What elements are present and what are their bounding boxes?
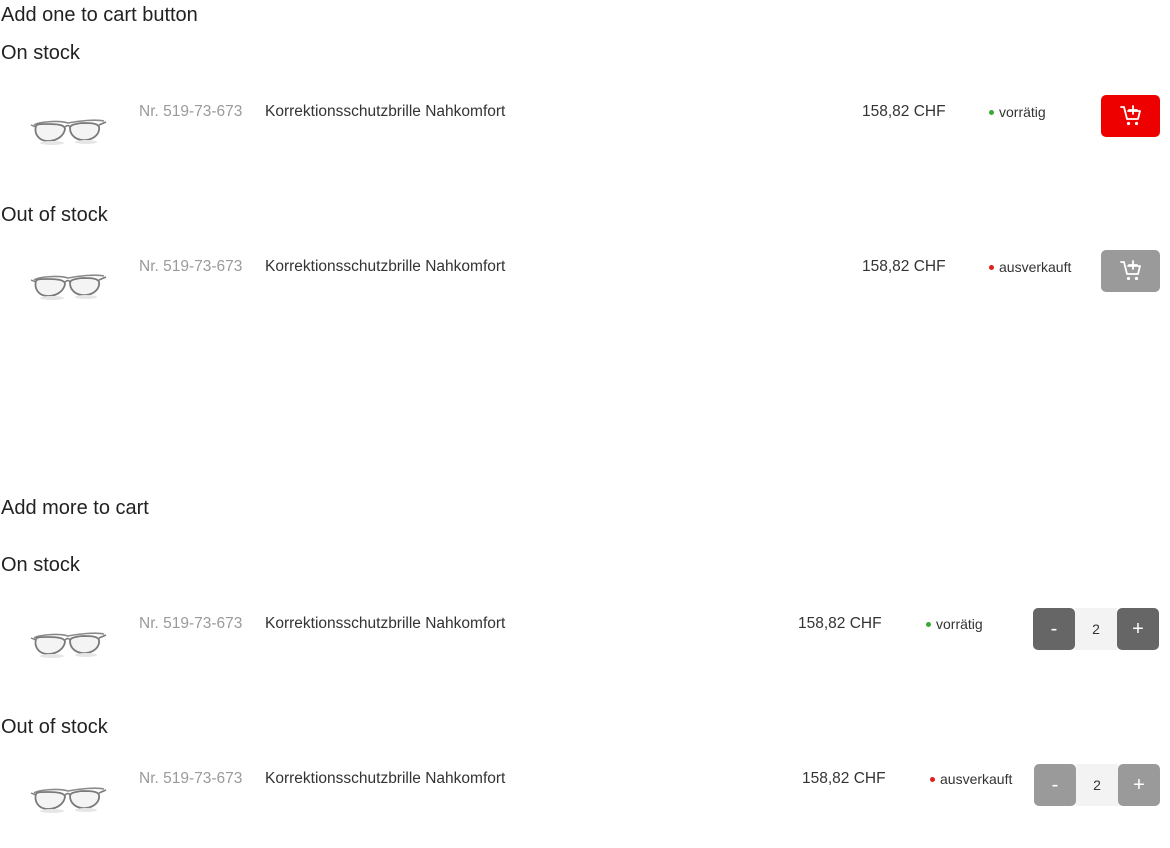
- on-stock-heading: On stock: [1, 42, 80, 64]
- product-name[interactable]: Korrektionsschutzbrille Nahkomfort: [265, 614, 505, 634]
- on-stock-heading: On stock: [1, 554, 80, 576]
- safety-glasses-image: [28, 103, 108, 153]
- product-price: 158,82 CHF: [862, 103, 946, 120]
- increase-quantity-button[interactable]: +: [1118, 764, 1160, 806]
- product-price: 158,82 CHF: [798, 615, 882, 632]
- stock-label: ausverkauft: [999, 259, 1072, 275]
- stock-status: vorrätig: [926, 614, 983, 634]
- product-row: Nr. 519-73-673 Korrektionsschutzbrille N…: [0, 90, 1170, 180]
- quantity-input[interactable]: [1076, 764, 1118, 806]
- out-of-stock-heading: Out of stock: [1, 204, 108, 226]
- stock-status: vorrätig: [989, 102, 1046, 122]
- stock-dot-icon: [930, 776, 935, 782]
- add-to-cart-button-disabled[interactable]: [1101, 250, 1160, 292]
- safety-glasses-image: [28, 771, 108, 821]
- section-title-add-one: Add one to cart button: [1, 4, 198, 26]
- section-title-add-more: Add more to cart: [1, 497, 149, 519]
- product-price: 158,82 CHF: [802, 770, 886, 787]
- add-to-cart-icon: [1119, 104, 1143, 128]
- safety-glasses-image: [28, 616, 108, 666]
- article-number: Nr. 519-73-673: [139, 615, 243, 632]
- product-name[interactable]: Korrektionsschutzbrille Nahkomfort: [265, 769, 505, 789]
- product-row: Nr. 519-73-673 Korrektionsschutzbrille N…: [0, 758, 1170, 848]
- add-to-cart-button[interactable]: [1101, 95, 1160, 137]
- stock-label: vorrätig: [999, 104, 1046, 120]
- stock-dot-icon: [989, 109, 994, 115]
- increase-quantity-button[interactable]: +: [1117, 608, 1159, 650]
- product-name[interactable]: Korrektionsschutzbrille Nahkomfort: [265, 102, 505, 122]
- product-price: 158,82 CHF: [862, 258, 946, 275]
- stock-status: ausverkauft: [989, 257, 1071, 277]
- product-row: Nr. 519-73-673 Korrektionsschutzbrille N…: [0, 603, 1170, 693]
- stock-dot-icon: [926, 621, 931, 627]
- product-name[interactable]: Korrektionsschutzbrille Nahkomfort: [265, 257, 505, 277]
- decrease-quantity-button[interactable]: -: [1033, 608, 1075, 650]
- product-row: Nr. 519-73-673 Korrektionsschutzbrille N…: [0, 245, 1170, 335]
- article-number: Nr. 519-73-673: [139, 770, 243, 787]
- article-number: Nr. 519-73-673: [139, 258, 243, 275]
- stock-dot-icon: [989, 264, 994, 270]
- quantity-input[interactable]: [1075, 608, 1117, 650]
- add-to-cart-icon: [1119, 259, 1143, 283]
- safety-glasses-image: [28, 258, 108, 308]
- article-number: Nr. 519-73-673: [139, 103, 243, 120]
- stock-status: ausverkauft: [930, 769, 1012, 789]
- out-of-stock-heading: Out of stock: [1, 716, 108, 738]
- stock-label: ausverkauft: [940, 771, 1013, 787]
- decrease-quantity-button[interactable]: -: [1034, 764, 1076, 806]
- quantity-stepper-disabled: - +: [1034, 764, 1161, 806]
- stock-label: vorrätig: [936, 616, 983, 632]
- quantity-stepper: - +: [1033, 608, 1160, 650]
